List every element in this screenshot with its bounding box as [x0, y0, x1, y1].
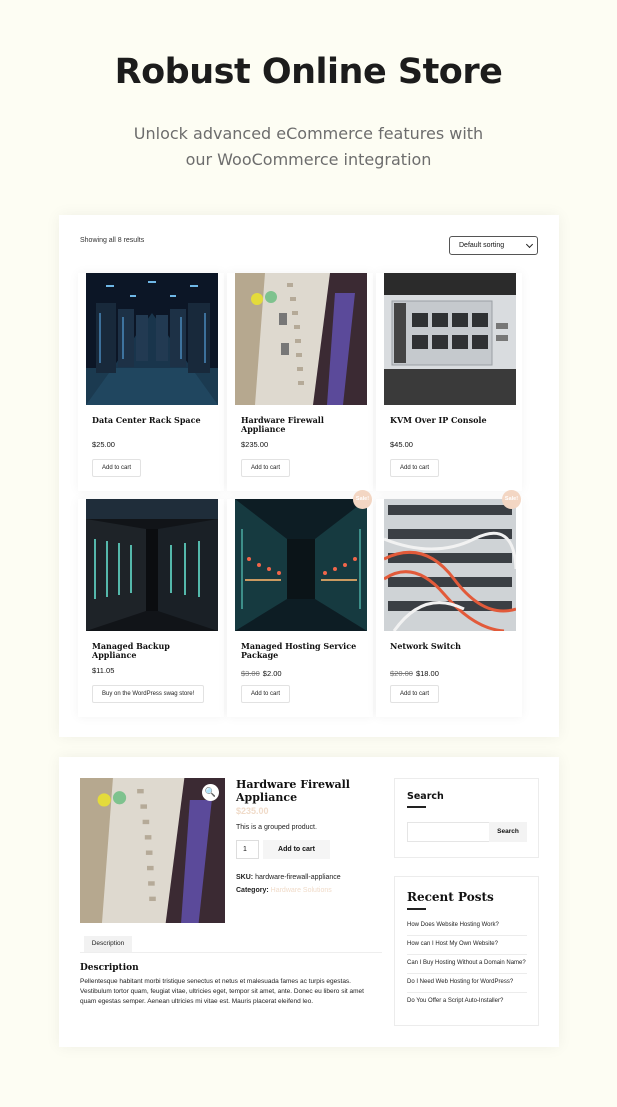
- sku-value: hardware-firewall-appliance: [255, 874, 341, 881]
- product-price: $3.00 $2.00: [241, 669, 282, 678]
- sorting-value: Default sorting: [459, 242, 505, 249]
- category-link[interactable]: Hardware Solutions: [271, 887, 332, 894]
- product-image-hosting-aisle[interactable]: [235, 499, 367, 631]
- search-widget-title: Search: [407, 791, 444, 802]
- recent-post-link[interactable]: How can I Host My Own Website?: [407, 936, 527, 955]
- product-name[interactable]: Hardware Firewall Appliance: [241, 416, 366, 434]
- hero-subtitle-line1: Unlock advanced eCommerce features with: [133, 124, 484, 143]
- tab-description[interactable]: Description: [84, 936, 132, 952]
- shop-preview-panel: Showing all 8 results Default sorting Da…: [59, 215, 559, 737]
- product-image-poe-ports[interactable]: [384, 273, 516, 405]
- sale-badge: Sale!: [502, 490, 521, 509]
- price-current: $25.00: [92, 440, 115, 449]
- recent-post-link[interactable]: Do You Offer a Script Auto-Installer?: [407, 993, 527, 1011]
- sorting-select[interactable]: Default sorting: [449, 236, 538, 255]
- price-old: $3.00: [241, 669, 260, 678]
- product-image-network-switch[interactable]: [384, 499, 516, 631]
- sale-badge: Sale!: [353, 490, 372, 509]
- product-card[interactable]: Data Center Rack Space $25.00 Add to car…: [78, 273, 224, 491]
- search-widget: Search Search: [394, 778, 539, 858]
- description-text: Pellentesque habitant morbi tristique se…: [80, 978, 364, 1005]
- product-price: $25.00: [92, 440, 115, 449]
- recent-posts-widget: Recent Posts How Does Website Hosting Wo…: [394, 876, 539, 1026]
- quantity-input[interactable]: 1: [236, 840, 259, 859]
- product-short-description: This is a grouped product.: [236, 824, 317, 831]
- product-image-server-aisle[interactable]: [86, 273, 218, 405]
- product-name[interactable]: KVM Over IP Console: [390, 416, 515, 425]
- product-card[interactable]: Hardware Firewall Appliance $235.00 Add …: [227, 273, 373, 491]
- recent-posts-list: How Does Website Hosting Work? How can I…: [407, 917, 527, 1011]
- search-button[interactable]: Search: [489, 822, 527, 842]
- product-name[interactable]: Managed Backup Appliance: [92, 642, 217, 660]
- hero-subtitle-line2: our WooCommerce integration: [185, 150, 432, 169]
- magnifier-icon[interactable]: 🔍: [202, 784, 219, 801]
- product-price: $235.00: [241, 440, 268, 449]
- chevron-down-icon: [525, 240, 534, 249]
- product-image-server-racks[interactable]: [86, 499, 218, 631]
- add-to-cart-button[interactable]: Add to cart: [241, 459, 291, 477]
- product-name[interactable]: Network Switch: [390, 642, 515, 651]
- add-to-cart-button[interactable]: Add to cart: [241, 685, 291, 703]
- add-to-cart-button[interactable]: Add to cart: [390, 685, 440, 703]
- product-price: $45.00: [390, 440, 413, 449]
- recent-post-link[interactable]: How Does Website Hosting Work?: [407, 917, 527, 936]
- add-to-cart-button[interactable]: Add to cart: [263, 840, 330, 859]
- recent-posts-title: Recent Posts: [407, 890, 494, 904]
- single-product-panel: 🔍 Hardware Firewall Appliance $235.00 Th…: [59, 757, 559, 1047]
- product-price: $11.05: [92, 666, 114, 675]
- product-card[interactable]: Sale! Network Switch $20.00 $18.00 Add to…: [376, 490, 522, 717]
- recent-post-link[interactable]: Do I Need Web Hosting for WordPress?: [407, 974, 527, 993]
- product-name[interactable]: Data Center Rack Space: [92, 416, 217, 425]
- product-category: Category: Hardware Solutions: [236, 887, 332, 894]
- price-old: $20.00: [390, 669, 413, 678]
- external-buy-button[interactable]: Buy on the WordPress swag store!: [92, 685, 205, 703]
- price-current: $11.05: [92, 666, 115, 675]
- product-card[interactable]: Managed Backup Appliance $11.05 Buy on t…: [78, 499, 224, 717]
- tab-divider: [80, 952, 382, 953]
- single-product-image[interactable]: [80, 778, 225, 923]
- search-input[interactable]: [407, 822, 491, 842]
- hero-title: Robust Online Store: [114, 52, 503, 92]
- title-underline: [407, 806, 426, 808]
- product-card[interactable]: KVM Over IP Console $45.00 Add to cart: [376, 273, 522, 491]
- add-to-cart-button[interactable]: Add to cart: [92, 459, 142, 477]
- price-current: $45.00: [390, 440, 413, 449]
- product-sku: SKU: hardware-firewall-appliance: [236, 874, 341, 881]
- sku-label: SKU:: [236, 874, 254, 881]
- product-price: $235.00: [236, 806, 269, 816]
- price-current: $235.00: [241, 440, 269, 449]
- results-count: Showing all 8 results: [80, 237, 145, 244]
- add-to-cart-button[interactable]: Add to cart: [390, 459, 440, 477]
- product-image-firewall-board[interactable]: [235, 273, 367, 405]
- product-price: $20.00 $18.00: [390, 669, 439, 678]
- category-label: Category:: [236, 887, 269, 894]
- recent-post-link[interactable]: Can I Buy Hosting Without a Domain Name?: [407, 955, 527, 974]
- description-heading: Description: [80, 963, 139, 973]
- hero-subtitle: Unlock advanced eCommerce features with …: [0, 121, 617, 173]
- product-card[interactable]: Sale! Managed Hosting Service Package $3…: [227, 490, 373, 717]
- title-underline: [407, 908, 426, 910]
- product-name[interactable]: Managed Hosting Service Package: [241, 642, 366, 660]
- price-current: $2.00: [262, 669, 282, 678]
- price-current: $18.00: [415, 669, 439, 678]
- product-title: Hardware Firewall Appliance: [236, 778, 350, 804]
